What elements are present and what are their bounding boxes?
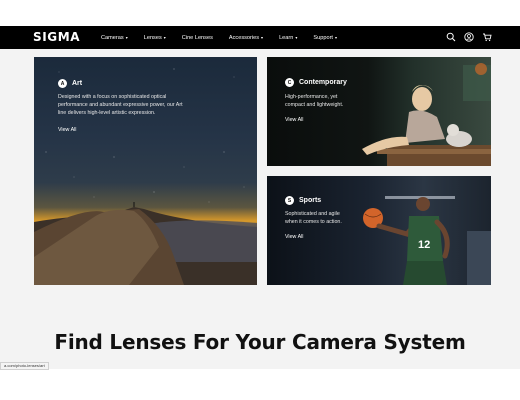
art-description-line: performance and abundant expressive powe… [58,102,183,108]
sigma-logo[interactable]: SIGMA [33,30,80,44]
top-navigation-bar: SIGMA Cameras ▾ Lenses ▾ Cine Lenses Acces… [0,26,520,49]
night-landscape-photo [34,68,257,285]
nav-item-label: Learn [279,34,294,41]
cart-icon[interactable] [482,32,492,42]
chevron-down-icon: ▾ [163,35,166,40]
sports-badge-icon: S [285,196,294,205]
nav-item-label: Support [313,34,333,41]
sports-title-text: Sports [299,197,322,204]
nav-item-support[interactable]: Support ▾ [313,35,337,41]
search-icon[interactable] [446,32,456,42]
art-description: Designed with a focus on sophisticated o… [58,93,183,117]
nav-item-label: Cameras [101,34,124,41]
contemporary-badge-icon: C [285,78,294,87]
art-description-line: Designed with a focus on sophisticated o… [58,94,167,100]
contemporary-description: High-performance, yet compact and lightw… [285,93,343,109]
nav-item-lenses[interactable]: Lenses ▾ [144,35,166,41]
find-lenses-heading: Find Lenses For Your Camera System [54,330,466,354]
sports-description: Sophisticated and agile when it comes to… [285,210,342,226]
nav-item-cine-lenses[interactable]: Cine Lenses [182,35,213,41]
svg-text:12: 12 [418,239,430,251]
sports-view-all-link[interactable]: View All [285,234,303,240]
contemporary-line-card[interactable]: C Contemporary High-performance, yet com… [267,57,491,166]
contemporary-title-text: Contemporary [299,79,347,86]
art-view-all-link[interactable]: View All [58,127,76,133]
status-bar-url: a.com/photo-lenses/art [0,362,49,370]
art-line-card[interactable]: A Art Designed with a focus on sophistic… [34,57,257,285]
nav-item-label: Lenses [143,34,162,41]
sports-line-card[interactable]: 12 S Sports Sophisticated and agile when… [267,176,491,285]
basketball-player-photo: 12 [363,196,491,285]
sports-title: S Sports [285,196,321,205]
art-badge-icon: A [58,79,67,88]
contemporary-description-line: compact and lightweight. [285,102,344,108]
child-with-cat-photo [362,63,491,166]
nav-item-cameras[interactable]: Cameras ▾ [101,35,128,41]
art-description-line: line delivers high-level artistic expres… [58,110,156,116]
page: SIGMA Cameras ▾ Lenses ▾ Cine Lenses Acces… [0,0,520,400]
chevron-down-icon: ▾ [125,35,128,40]
nav-item-label: Accessories [228,34,260,41]
chevron-down-icon: ▾ [261,35,264,40]
contemporary-description-line: High-performance, yet [285,94,338,100]
sports-description-line: when it comes to action. [285,219,342,225]
sports-description-line: Sophisticated and agile [285,211,340,217]
art-title: A Art [58,79,82,88]
nav-item-accessories[interactable]: Accessories ▾ [229,35,263,41]
chevron-down-icon: ▾ [334,35,337,40]
nav-item-label: Cine Lenses [181,34,213,41]
contemporary-title: C Contemporary [285,78,347,87]
art-title-text: Art [72,80,83,87]
lens-lines-section: A Art Designed with a focus on sophistic… [0,49,520,369]
contemporary-view-all-link[interactable]: View All [285,117,303,123]
nav-item-learn[interactable]: Learn ▾ [279,35,297,41]
user-icon[interactable] [464,32,474,42]
chevron-down-icon: ▾ [295,35,298,40]
main-nav: Cameras ▾ Lenses ▾ Cine Lenses Accessories… [101,26,353,49]
